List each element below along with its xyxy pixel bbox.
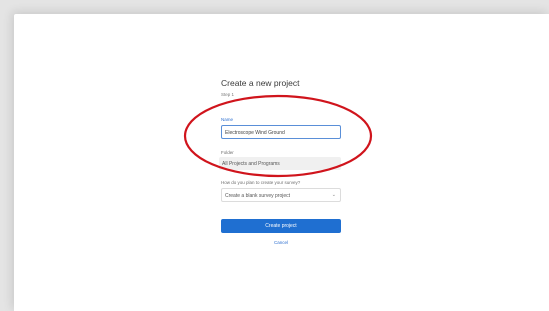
folder-value: All Projects and Programs bbox=[222, 161, 280, 167]
dialog-title: Create a new project bbox=[221, 78, 300, 88]
survey-method-label: How do you plan to create your survey? bbox=[221, 180, 301, 185]
folder-label: Folder bbox=[221, 150, 234, 155]
project-name-value: Electroscope Wind Ground bbox=[225, 130, 285, 136]
chevron-down-icon: ⌄ bbox=[331, 192, 336, 198]
name-label: Name bbox=[221, 117, 234, 122]
dialog-subtitle: Step 1 bbox=[221, 92, 235, 97]
folder-field[interactable]: All Projects and Programs bbox=[219, 157, 341, 170]
survey-method-select[interactable]: Create a blank survey project ⌄ bbox=[221, 188, 341, 202]
survey-method-value: Create a blank survey project bbox=[225, 193, 291, 199]
create-project-button[interactable]: Create project bbox=[221, 219, 341, 233]
cancel-link[interactable]: Cancel bbox=[221, 240, 341, 245]
project-name-input[interactable]: Electroscope Wind Ground bbox=[221, 125, 341, 139]
